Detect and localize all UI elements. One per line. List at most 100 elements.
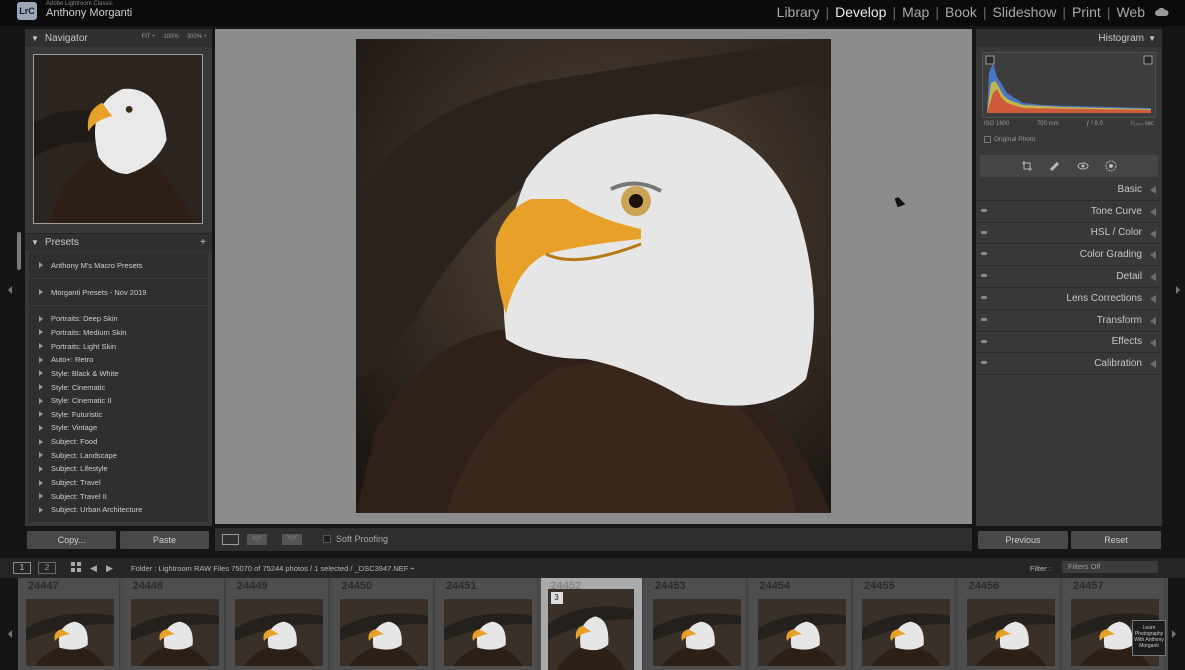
preset-item[interactable]: Subject: Landscape — [29, 448, 208, 462]
red-eye-icon[interactable] — [1077, 160, 1089, 172]
zoom-300[interactable]: 300% ÷ — [187, 34, 207, 40]
section-color-grading[interactable]: Color Grading — [976, 244, 1162, 267]
loupe-view-button[interactable] — [222, 534, 239, 545]
preset-item[interactable]: Subject: Travel II — [29, 489, 208, 503]
cloud-sync-icon[interactable] — [1155, 7, 1169, 17]
original-photo-checkbox[interactable] — [984, 136, 991, 143]
copy-settings-button[interactable]: Copy... — [27, 531, 116, 549]
second-window-button[interactable]: 2 — [38, 562, 56, 574]
module-picker: Library | Develop | Map | Book | Slideshow | Print… — [777, 4, 1145, 20]
paste-settings-button[interactable]: Paste — [120, 531, 209, 549]
left-panel-toggle-icon[interactable] — [8, 286, 12, 294]
navigator-title: Navigator — [44, 32, 88, 44]
preset-item[interactable]: Style: Cinematic — [29, 380, 208, 394]
module-web[interactable]: Web — [1116, 4, 1145, 20]
reset-button[interactable]: Reset — [1071, 531, 1161, 549]
preset-item[interactable]: Subject: Urban Architecture — [29, 503, 208, 517]
preset-item[interactable]: Style: Cinematic II — [29, 394, 208, 408]
filmstrip-thumbnail[interactable] — [339, 599, 428, 666]
main-window-button[interactable]: 1 — [13, 562, 31, 574]
filter-dropdown[interactable]: Filters Off — [1062, 561, 1158, 573]
filmstrip-cell[interactable]: 24447 — [18, 578, 120, 670]
preset-item[interactable]: Anthony M's Macro Presets — [29, 252, 208, 279]
compare-view-button[interactable]: X|Y — [247, 534, 267, 545]
section-basic[interactable]: Basic — [976, 179, 1162, 201]
preset-item[interactable]: Portraits: Deep Skin — [29, 312, 208, 326]
section-detail[interactable]: Detail — [976, 266, 1162, 288]
section-tone-curve[interactable]: Tone Curve — [976, 201, 1162, 223]
preset-item[interactable]: Subject: Food — [29, 435, 208, 449]
section-calibration[interactable]: Calibration — [976, 353, 1162, 376]
preset-item[interactable]: Subject: Lifestyle — [29, 462, 208, 476]
section-toggle-switch[interactable] — [981, 339, 987, 343]
crop-icon[interactable] — [1021, 160, 1033, 172]
section-lens-corrections[interactable]: Lens Corrections — [976, 288, 1162, 310]
next-photo-icon[interactable]: ▶ — [106, 563, 113, 574]
preset-item[interactable]: Style: Black & White — [29, 367, 208, 381]
section-transform[interactable]: Transform — [976, 310, 1162, 332]
presets-header[interactable]: ▼ Presets + — [25, 233, 212, 251]
soft-proofing-checkbox[interactable] — [323, 535, 331, 543]
section-toggle-switch[interactable] — [981, 361, 987, 365]
filmstrip-thumbnail[interactable] — [130, 599, 219, 666]
filmstrip-thumbnail[interactable] — [757, 599, 846, 666]
filmstrip-cell[interactable]: 24452 3 — [540, 578, 643, 670]
section-effects[interactable]: Effects — [976, 332, 1162, 354]
expand-triangle-icon — [39, 452, 43, 459]
grid-view-icon[interactable] — [71, 562, 81, 572]
section-toggle-switch[interactable] — [981, 295, 987, 299]
preset-item[interactable]: Morganti Presets - Nov 2019 — [29, 279, 208, 306]
healing-brush-icon[interactable] — [1049, 160, 1061, 172]
filmstrip-thumbnail[interactable] — [235, 599, 323, 666]
before-after-button[interactable]: Y|Y — [282, 534, 302, 545]
main-photo-eagle[interactable] — [356, 39, 831, 513]
previous-button[interactable]: Previous — [978, 531, 1068, 549]
zoom-100[interactable]: 100% — [163, 34, 178, 40]
histogram-graph[interactable] — [982, 52, 1156, 118]
filmstrip-cell[interactable]: 24456 — [958, 578, 1061, 670]
navigator-preview[interactable] — [33, 54, 203, 224]
preset-item[interactable]: Portraits: Medium Skin — [29, 326, 208, 340]
filmstrip-right-arrow-icon[interactable] — [1172, 630, 1176, 638]
section-hsl-color[interactable]: HSL / Color — [976, 223, 1162, 245]
filmstrip-cell[interactable]: 24448 — [122, 578, 225, 670]
module-book[interactable]: Book — [945, 4, 977, 20]
masking-icon[interactable] — [1105, 160, 1117, 172]
module-develop[interactable]: Develop — [835, 4, 886, 20]
module-slideshow[interactable]: Slideshow — [993, 4, 1057, 20]
folder-info[interactable]: Folder : Lightroom RAW Files 75070 of 75… — [131, 564, 415, 573]
filmstrip-cell[interactable]: 24451 — [436, 578, 538, 670]
preset-item[interactable]: Style: Vintage — [29, 421, 208, 435]
section-toggle-switch[interactable] — [981, 208, 987, 212]
filmstrip-cell[interactable]: 24454 — [749, 578, 852, 670]
previous-photo-icon[interactable]: ◀ — [90, 563, 97, 574]
section-toggle-switch[interactable] — [981, 317, 987, 321]
filmstrip-left-arrow-icon[interactable] — [8, 630, 12, 638]
module-map[interactable]: Map — [902, 4, 929, 20]
filmstrip-thumbnail[interactable] — [653, 599, 741, 666]
filmstrip-thumbnail[interactable] — [966, 599, 1055, 666]
filmstrip-cell[interactable]: 24455 — [854, 578, 956, 670]
section-toggle-switch[interactable] — [981, 230, 987, 234]
filmstrip-cell[interactable]: 24453 — [645, 578, 747, 670]
module-print[interactable]: Print — [1072, 4, 1101, 20]
zoom-fit[interactable]: FIT ÷ — [141, 34, 155, 40]
filmstrip-cell[interactable]: 24449 — [227, 578, 329, 670]
module-library[interactable]: Library — [777, 4, 820, 20]
filmstrip-thumbnail[interactable] — [862, 599, 950, 666]
add-preset-icon[interactable]: + — [200, 237, 206, 248]
preset-label: Portraits: Deep Skin — [51, 314, 118, 324]
left-panel-scrollbar[interactable] — [17, 232, 21, 270]
preset-item[interactable]: Subject: Travel — [29, 476, 208, 490]
histogram-header[interactable]: Histogram ▼ — [976, 29, 1162, 47]
preset-item[interactable]: Style: Futuristic — [29, 407, 208, 421]
filmstrip-thumbnail[interactable] — [26, 599, 114, 666]
right-panel-toggle-icon[interactable] — [1176, 286, 1180, 294]
section-toggle-switch[interactable] — [981, 274, 987, 278]
original-photo-toggle[interactable]: Original Photo — [984, 136, 1035, 143]
preset-item[interactable]: Portraits: Light Skin — [29, 339, 208, 353]
preset-item[interactable]: Auto+: Retro — [29, 353, 208, 367]
filmstrip-cell[interactable]: 24450 — [331, 578, 434, 670]
section-toggle-switch[interactable] — [981, 252, 987, 256]
filmstrip-thumbnail[interactable] — [444, 599, 532, 666]
